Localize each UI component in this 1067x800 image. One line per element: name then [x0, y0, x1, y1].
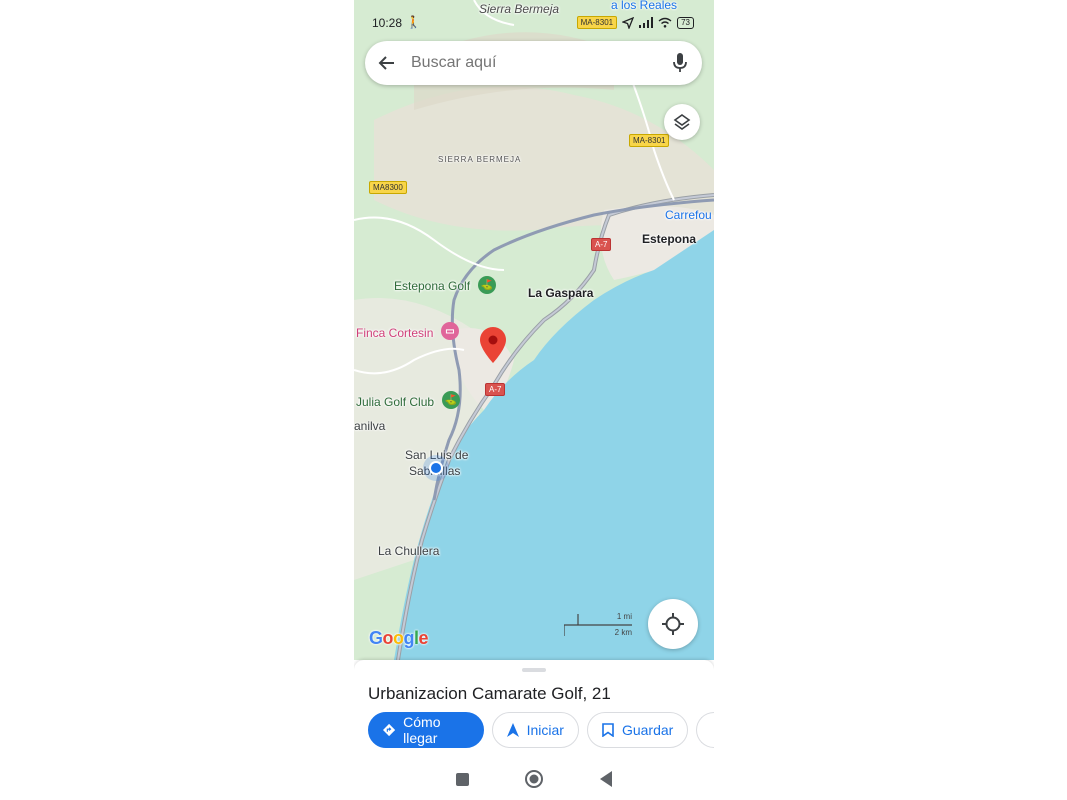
crosshair-icon	[662, 613, 684, 635]
map-scale: 1 mi 2 km	[564, 612, 634, 638]
search-bar[interactable]	[365, 41, 702, 85]
layers-icon	[673, 114, 691, 130]
start-button[interactable]: Iniciar	[491, 712, 579, 748]
directions-button[interactable]: Cómo llegar	[368, 712, 484, 748]
navigation-arrow-icon	[506, 723, 519, 737]
label-carrefour[interactable]: Carrefou	[665, 208, 712, 222]
label-estepona: Estepona	[642, 232, 697, 246]
save-button[interactable]: Guardar	[586, 712, 689, 748]
current-location-dot	[423, 455, 449, 481]
label-manilva: anilva	[354, 419, 386, 433]
phone-screen: Sierra Bermeja a los Reales SIERRA BERME…	[354, 0, 714, 800]
location-pin-icon[interactable]	[480, 327, 506, 363]
golf-icon[interactable]: ⛳	[478, 276, 496, 294]
road-shield-ma8301: MA-8301	[629, 134, 670, 147]
directions-icon	[383, 723, 396, 737]
label-julia-golf-club[interactable]: Julia Golf Club	[356, 395, 434, 409]
road-shield-a7-north: A-7	[591, 238, 612, 251]
status-road-shield: MA-8301	[576, 16, 618, 29]
road-shield-a7-south: A-7	[485, 383, 506, 396]
map-view[interactable]: Sierra Bermeja a los Reales SIERRA BERME…	[354, 0, 714, 660]
search-input[interactable]	[409, 53, 658, 73]
more-actions-chip[interactable]	[696, 712, 714, 748]
navigation-icon	[622, 16, 635, 29]
label-sierra-bermeja: SIERRA BERMEJA	[438, 155, 522, 164]
scale-miles: 1 mi	[616, 612, 632, 621]
status-bar: 10:28 🚶 MA-8301 73	[354, 10, 714, 34]
hotel-icon[interactable]: ▭	[441, 322, 459, 340]
directions-label: Cómo llegar	[403, 714, 441, 746]
bookmark-icon	[602, 723, 614, 737]
status-icons: MA-8301 73	[576, 16, 694, 29]
start-label: Iniciar	[526, 722, 564, 738]
label-la-gaspara: La Gaspara	[528, 286, 594, 300]
save-label: Guardar	[621, 722, 674, 738]
place-title: Urbanizacion Camarate Golf, 21	[368, 684, 611, 703]
system-nav-bar	[354, 762, 714, 796]
label-estepona-golf[interactable]: Estepona Golf	[394, 279, 470, 293]
status-time: 10:28	[372, 16, 403, 30]
microphone-icon[interactable]	[658, 41, 702, 85]
label-finca-cortesin[interactable]: Finca Cortesin	[356, 326, 433, 340]
signal-icon	[639, 17, 654, 28]
battery-level: 73	[681, 17, 690, 27]
road-shield-ma8300: MA8300	[369, 181, 407, 194]
walking-person-icon: 🚶	[406, 15, 421, 29]
battery-icon: 73	[677, 16, 694, 29]
sheet-drag-handle[interactable]	[522, 668, 546, 672]
triangle-back-icon[interactable]	[599, 771, 613, 787]
wifi-icon	[658, 17, 672, 28]
google-logo: Google	[369, 628, 429, 648]
layers-button[interactable]	[664, 104, 700, 140]
scale-km: 2 km	[614, 628, 632, 637]
place-actions: Cómo llegar Iniciar Guardar	[368, 712, 714, 748]
label-la-chullera: La Chullera	[378, 544, 440, 558]
golf-icon[interactable]: ⛳	[442, 391, 460, 409]
square-icon[interactable]	[455, 772, 469, 786]
circle-home-icon[interactable]	[524, 769, 544, 789]
arrow-back-icon[interactable]	[365, 41, 409, 85]
my-location-button[interactable]	[648, 599, 698, 649]
